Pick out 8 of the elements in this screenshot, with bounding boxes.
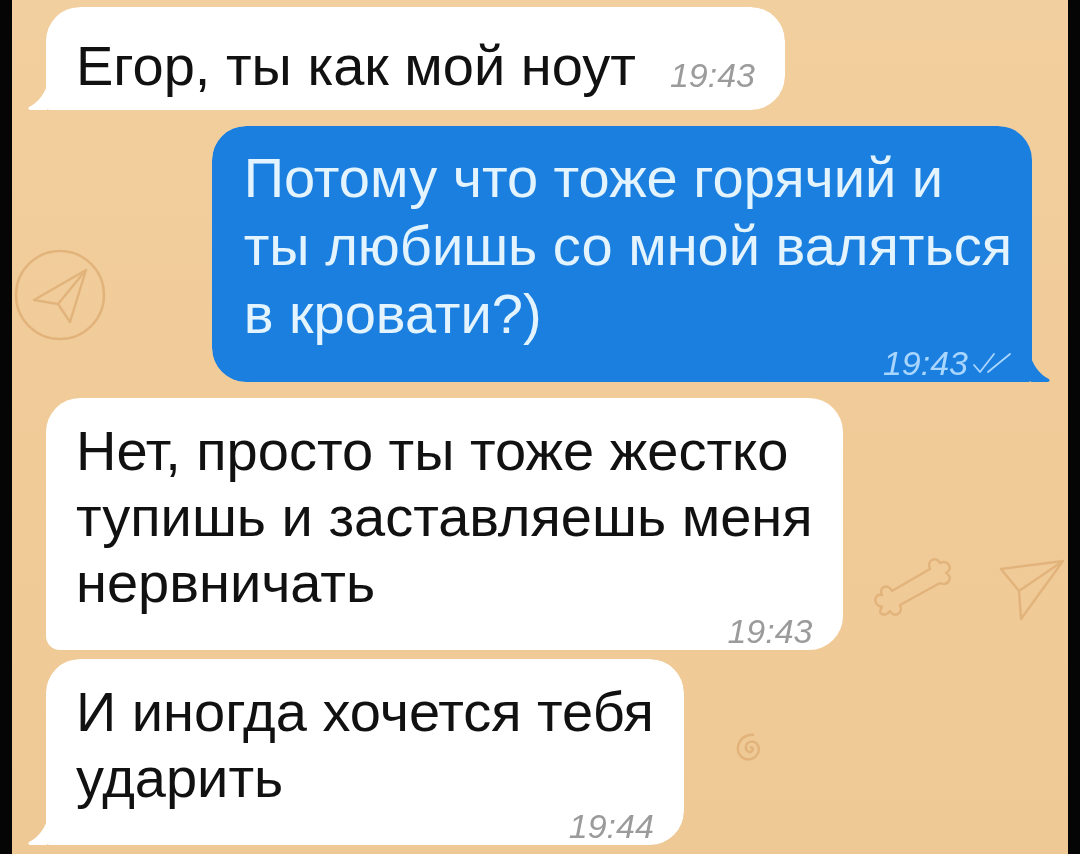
message-time: 19:43	[669, 60, 755, 90]
message-time: 19:44	[568, 811, 654, 841]
message-text: И иногда хочется тебя ударить	[76, 679, 654, 811]
message-time: 19:43	[727, 616, 813, 646]
message-text: Нет, просто ты тоже жестко тупишь и заставляешь меня нервничать	[76, 418, 813, 616]
message-time: 19:43	[882, 348, 968, 378]
message-text: Егор, ты как мой ноут	[76, 33, 636, 99]
message-text: Потому что тоже горячий и ты любишь со мной валяться в кровати?)	[243, 145, 1012, 347]
